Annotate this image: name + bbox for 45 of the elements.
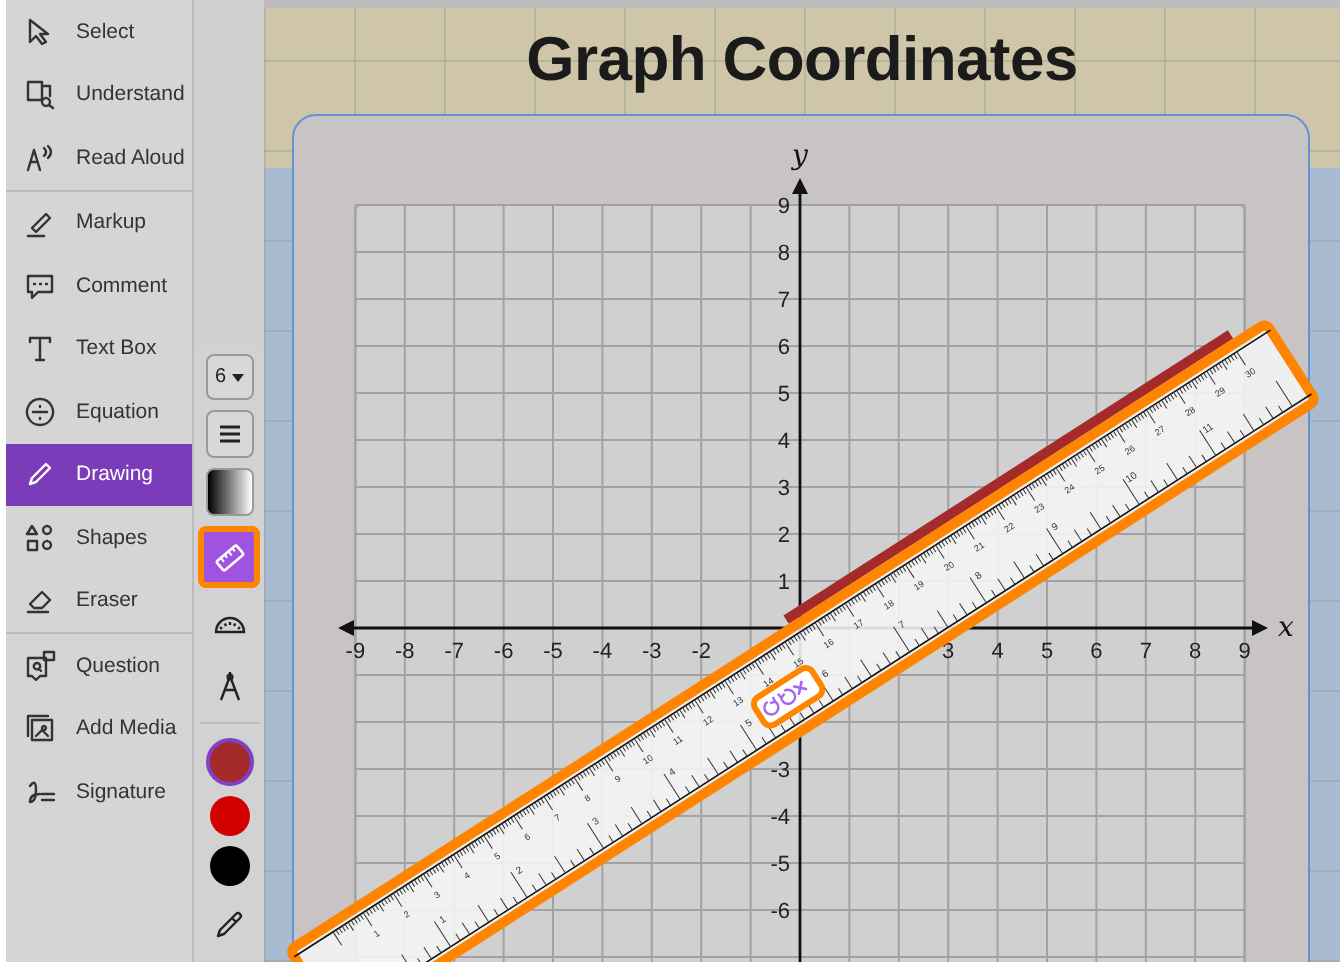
sidebar-item[interactable]: Signature (6, 760, 192, 823)
x-tick-label: -5 (543, 640, 563, 664)
sidebar-item[interactable]: Comment (6, 254, 192, 317)
sidebar-item[interactable]: Shapes (6, 506, 192, 569)
sidebar-item[interactable]: Read Aloud (6, 126, 192, 189)
size-dropdown[interactable]: 6 (205, 354, 253, 400)
y-axis-label: y (792, 140, 808, 172)
x-tick-label: -6 (493, 640, 514, 664)
x-tick-label: -3 (642, 640, 662, 664)
sidebar-item[interactable]: Markup (6, 191, 192, 254)
sidebar-item[interactable]: Select (6, 0, 192, 63)
sidebar-item[interactable]: Drawing (6, 443, 192, 506)
x-tick-label: 7 (1139, 640, 1152, 664)
y-tick-label: 7 (777, 289, 790, 313)
x-tick-label: -7 (444, 640, 464, 664)
x-tick-label: 9 (1238, 640, 1251, 664)
sidebar-item[interactable]: Text Box (6, 317, 192, 380)
x-axis-label: x (1278, 612, 1294, 644)
y-tick-label: -5 (770, 853, 790, 877)
sidebar-item[interactable]: Understand (6, 63, 192, 126)
y-tick-label: 8 (777, 242, 790, 266)
x-tick-label: -8 (395, 640, 415, 664)
y-tick-label: -6 (770, 900, 790, 924)
y-tick-label: 6 (777, 336, 790, 360)
x-tick-label: 8 (1189, 640, 1202, 664)
x-tick-label: -4 (592, 640, 613, 664)
x-tick-label: 3 (942, 640, 955, 664)
sidebar-item[interactable]: Question (6, 634, 192, 697)
page-title: Graph Coordinates (524, 24, 1080, 98)
y-tick-label: 5 (777, 383, 790, 407)
x-tick-label: -2 (691, 640, 711, 664)
x-tick-label: 6 (1090, 640, 1103, 664)
x-tick-label: 4 (991, 640, 1004, 664)
x-tick-label: 5 (1040, 640, 1054, 664)
sidebar-item[interactable]: Equation (6, 380, 192, 443)
sidebar-item[interactable]: Add Media (6, 697, 192, 760)
y-tick-label: 1 (777, 571, 790, 595)
y-tick-label: 3 (777, 477, 790, 501)
y-tick-label: -4 (770, 806, 790, 830)
sidebar-item[interactable]: Eraser (6, 569, 192, 632)
x-tick-label: -9 (345, 640, 366, 664)
y-tick-label: 4 (777, 430, 790, 454)
y-tick-label: 9 (777, 195, 790, 219)
y-tick-label: -3 (770, 759, 790, 783)
y-tick-label: 2 (777, 524, 790, 548)
